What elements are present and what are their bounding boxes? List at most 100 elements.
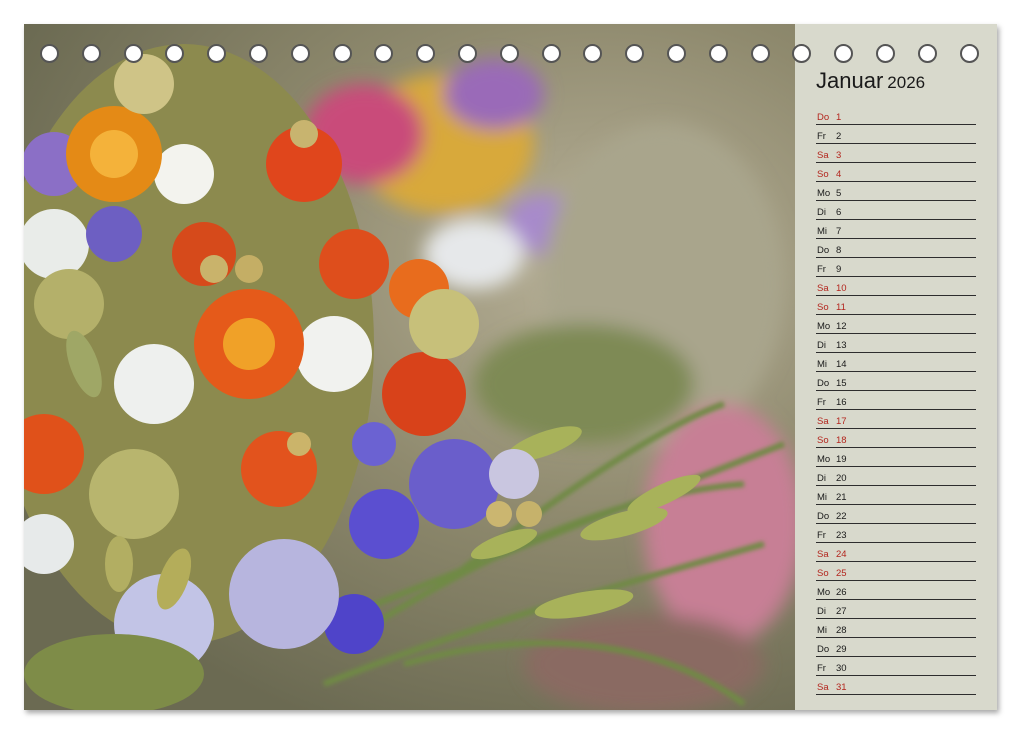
day-row: So 18 — [816, 429, 976, 448]
day-number: 6 — [836, 207, 842, 218]
day-row: Sa 10 — [816, 277, 976, 296]
weekday-label: So — [817, 435, 829, 446]
calendar-page: Januar 2026 Do 1 Fr 2 Sa 3 So 4 Mo 5 Di 6 Mi 7 Do 8 Fr 9 Sa… — [24, 24, 997, 710]
day-row: Do 29 — [816, 638, 976, 657]
dried-flower-bouquet-photo — [24, 24, 795, 710]
weekday-label: Mi — [817, 625, 828, 636]
day-row: Mo 12 — [816, 315, 976, 334]
day-row: Sa 24 — [816, 543, 976, 562]
weekday-label: Do — [817, 644, 830, 655]
day-row: Mi 14 — [816, 353, 976, 372]
day-row: Fr 2 — [816, 125, 976, 144]
binding-ring — [750, 44, 770, 63]
day-row: Mi 21 — [816, 486, 976, 505]
calendar-panel: Januar 2026 Do 1 Fr 2 Sa 3 So 4 Mo 5 Di 6 Mi 7 Do 8 Fr 9 Sa… — [795, 24, 997, 710]
weekday-label: Do — [817, 378, 830, 389]
day-row: Mi 28 — [816, 619, 976, 638]
binding-ring — [374, 44, 394, 63]
day-row: Fr 9 — [816, 258, 976, 277]
weekday-label: Mo — [817, 188, 831, 199]
weekday-label: Mo — [817, 321, 831, 332]
day-number: 25 — [836, 568, 847, 579]
day-number: 22 — [836, 511, 847, 522]
day-row: Fr 23 — [816, 524, 976, 543]
day-number: 1 — [836, 112, 842, 123]
day-row: Do 8 — [816, 239, 976, 258]
binding-ring — [541, 44, 561, 63]
weekday-label: Do — [817, 112, 830, 123]
day-number: 20 — [836, 473, 847, 484]
day-number: 15 — [836, 378, 847, 389]
day-number: 28 — [836, 625, 847, 636]
binding-ring — [792, 44, 812, 63]
day-row: Do 22 — [816, 505, 976, 524]
day-number: 4 — [836, 169, 842, 180]
day-row: So 11 — [816, 296, 976, 315]
binding-ring — [249, 44, 268, 63]
binding-ring — [123, 44, 143, 63]
binding-ring — [959, 44, 979, 63]
binding-ring — [290, 44, 310, 63]
day-row: So 4 — [816, 163, 976, 182]
binding-ring — [834, 44, 854, 63]
weekday-label: Di — [817, 606, 826, 617]
day-row: Mi 7 — [816, 220, 976, 239]
day-number: 30 — [836, 663, 847, 674]
weekday-label: Fr — [817, 264, 826, 275]
day-row: Di 13 — [816, 334, 976, 353]
weekday-label: Di — [817, 473, 826, 484]
day-number: 12 — [836, 321, 847, 332]
day-number: 29 — [836, 644, 847, 655]
weekday-label: Mo — [817, 587, 831, 598]
weekday-label: So — [817, 302, 829, 313]
day-number: 2 — [836, 131, 842, 142]
binding-ring — [81, 44, 101, 63]
day-row: So 25 — [816, 562, 976, 581]
day-list: Do 1 Fr 2 Sa 3 So 4 Mo 5 Di 6 Mi 7 Do 8 Fr 9 Sa 10 So 11 Mo 12 D… — [816, 106, 976, 695]
binding-ring — [917, 44, 937, 63]
weekday-label: Mi — [817, 226, 828, 237]
weekday-label: So — [817, 169, 829, 180]
day-number: 19 — [836, 454, 847, 465]
year-label: 2026 — [887, 73, 926, 92]
day-row: Di 27 — [816, 600, 976, 619]
day-number: 11 — [836, 302, 846, 313]
weekday-label: Fr — [817, 530, 826, 541]
binding-ring — [458, 44, 477, 63]
day-number: 8 — [836, 245, 842, 256]
weekday-label: Do — [817, 245, 830, 256]
weekday-label: Sa — [817, 549, 829, 560]
day-row: Sa 17 — [816, 410, 976, 429]
day-number: 27 — [836, 606, 847, 617]
weekday-label: Mi — [817, 492, 828, 503]
binding-ring — [708, 44, 728, 63]
weekday-label: Fr — [817, 397, 826, 408]
binding-ring — [40, 44, 59, 63]
binding-ring — [332, 44, 352, 63]
binding-ring — [416, 44, 436, 63]
day-number: 18 — [836, 435, 847, 446]
weekday-label: Sa — [817, 150, 829, 161]
day-number: 16 — [836, 397, 847, 408]
weekday-label: Mi — [817, 359, 828, 370]
day-number: 13 — [836, 340, 847, 351]
day-row: Mo 5 — [816, 182, 976, 201]
day-row: Sa 31 — [816, 676, 976, 695]
day-number: 10 — [836, 283, 847, 294]
day-number: 3 — [836, 150, 842, 161]
weekday-label: Di — [817, 207, 826, 218]
day-number: 9 — [836, 264, 842, 275]
day-number: 7 — [836, 226, 842, 237]
day-row: Fr 16 — [816, 391, 976, 410]
weekday-label: Di — [817, 340, 826, 351]
month-name: Januar — [816, 68, 884, 93]
day-row: Di 6 — [816, 201, 976, 220]
day-number: 23 — [836, 530, 847, 541]
weekday-label: Fr — [817, 663, 826, 674]
weekday-label: Sa — [817, 283, 829, 294]
binding-ring — [876, 44, 895, 63]
binding-ring — [207, 44, 227, 63]
day-number: 5 — [836, 188, 842, 199]
day-number: 31 — [836, 682, 847, 693]
weekday-label: Sa — [817, 682, 829, 693]
